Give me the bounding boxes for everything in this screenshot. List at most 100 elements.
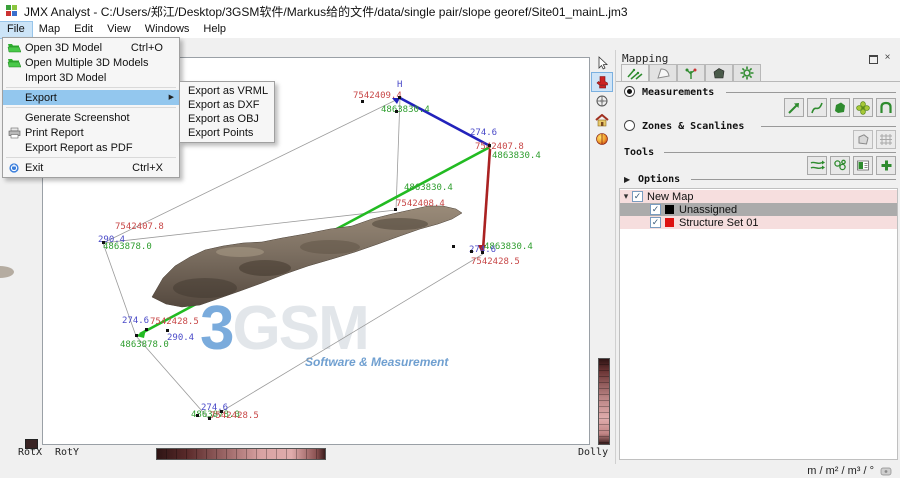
watermark-gsm: GSM bbox=[232, 294, 367, 363]
structure-tree: ▾ ✓ New Map ✓ Unassigned ✓ Structure Set… bbox=[619, 188, 898, 460]
pinwheel-button[interactable] bbox=[853, 98, 873, 117]
mapping-panel: Mapping × Measurements bbox=[615, 50, 900, 464]
scanline-grid-button[interactable] bbox=[876, 130, 896, 149]
arch-icon bbox=[879, 101, 893, 114]
edit-scanlines-icon bbox=[810, 159, 825, 172]
menu-separator bbox=[6, 87, 176, 88]
menu-item-export[interactable]: Export ▶ bbox=[3, 90, 179, 105]
roty-slider[interactable] bbox=[156, 448, 326, 460]
status-units-icon[interactable] bbox=[880, 466, 892, 476]
menu-map[interactable]: Map bbox=[32, 22, 67, 38]
exit-power-icon bbox=[3, 161, 25, 174]
menu-separator bbox=[6, 107, 176, 108]
units-readout: m / m² / m³ / ° bbox=[807, 465, 874, 477]
menu-item-print-report[interactable]: Print Report bbox=[3, 125, 179, 140]
tool-buttons bbox=[807, 156, 896, 175]
open-folder-icon bbox=[3, 41, 25, 54]
tree-row-new-map[interactable]: ▾ ✓ New Map bbox=[620, 190, 897, 203]
settings-gear-tab-icon bbox=[740, 66, 754, 80]
menu-help[interactable]: Help bbox=[196, 22, 233, 38]
tab-settings[interactable] bbox=[733, 64, 761, 82]
home-view-tool[interactable] bbox=[592, 111, 612, 129]
home-icon bbox=[595, 114, 609, 127]
arrow-measure-button[interactable] bbox=[784, 98, 804, 117]
watermark-3: 3 bbox=[200, 294, 232, 363]
dolly-label: Dolly bbox=[578, 447, 608, 458]
menu-edit[interactable]: Edit bbox=[67, 22, 100, 38]
roty-label: RotY bbox=[55, 447, 79, 458]
circles-icon bbox=[833, 159, 847, 172]
tools-label: Tools bbox=[624, 147, 654, 158]
options-expand-icon[interactable]: ▶ bbox=[624, 175, 630, 184]
structure-set-color-swatch bbox=[665, 218, 674, 227]
menubar: File Map Edit View Windows Help bbox=[0, 22, 900, 38]
zone-buttons bbox=[853, 130, 896, 149]
menu-item-import-3d-model[interactable]: Import 3D Model bbox=[3, 70, 179, 85]
menu-file[interactable]: File bbox=[0, 22, 32, 38]
menu-item-open-3d-model[interactable]: Open 3D Model Ctrl+O bbox=[3, 40, 179, 55]
rotate-compass-tool[interactable] bbox=[592, 92, 612, 110]
tab-polygon-outline[interactable] bbox=[649, 64, 677, 82]
file-menu: Open 3D Model Ctrl+O Open Multiple 3D Mo… bbox=[2, 37, 180, 178]
tree-row-structure-set-01[interactable]: ✓ Structure Set 01 bbox=[620, 216, 897, 229]
measure-lines-tab-icon bbox=[627, 67, 643, 80]
printer-icon bbox=[3, 126, 25, 139]
tab-solid-polygon[interactable] bbox=[705, 64, 733, 82]
structure-set-checkbox[interactable]: ✓ bbox=[650, 217, 661, 228]
menu-item-export-as-vrml[interactable]: Export as VRML bbox=[180, 84, 274, 98]
arch-button[interactable] bbox=[876, 98, 896, 117]
zone-polygon-button[interactable] bbox=[853, 130, 873, 149]
tree-collapse-icon[interactable]: ▾ bbox=[620, 191, 632, 202]
filled-polygon-button[interactable] bbox=[830, 98, 850, 117]
report-button[interactable] bbox=[853, 156, 873, 175]
menu-windows[interactable]: Windows bbox=[138, 22, 197, 38]
zones-scanlines-label: Zones & Scanlines bbox=[642, 121, 744, 132]
dolly-slider[interactable] bbox=[598, 358, 610, 445]
measurements-radio[interactable] bbox=[624, 86, 635, 97]
pan-glove-tool[interactable] bbox=[592, 73, 612, 91]
report-icon bbox=[856, 159, 870, 172]
app-logo-icon bbox=[6, 5, 18, 17]
zones-scanlines-radio[interactable] bbox=[624, 120, 635, 131]
submenu-arrow-icon: ▶ bbox=[169, 94, 174, 102]
tree-row-unassigned[interactable]: ✓ Unassigned bbox=[620, 203, 897, 216]
add-plus-icon bbox=[880, 159, 893, 172]
edit-scanlines-button[interactable] bbox=[807, 156, 827, 175]
menu-item-export-report-as-pdf[interactable]: Export Report as PDF bbox=[3, 140, 179, 155]
select-cursor-icon bbox=[595, 56, 609, 70]
window-titlebar: JMX Analyst - C:/Users/郑江/Desktop/3GSM软件… bbox=[0, 0, 900, 23]
solid-polygon-tab-icon bbox=[712, 67, 726, 80]
filled-polygon-icon bbox=[833, 101, 847, 114]
new-map-checkbox[interactable]: ✓ bbox=[632, 191, 643, 202]
menu-item-export-as-dxf[interactable]: Export as DXF bbox=[180, 98, 274, 112]
tab-measure-lines[interactable] bbox=[621, 64, 649, 82]
menu-item-export-as-obj[interactable]: Export as OBJ bbox=[180, 112, 274, 126]
menu-item-open-multiple-3d-models[interactable]: Open Multiple 3D Models bbox=[3, 55, 179, 70]
options-label: Options bbox=[638, 174, 680, 185]
rotate-compass-icon bbox=[595, 94, 609, 108]
measurement-buttons bbox=[784, 98, 896, 117]
window-title: JMX Analyst - C:/Users/郑江/Desktop/3GSM软件… bbox=[24, 3, 628, 20]
menu-separator bbox=[6, 157, 176, 158]
add-structure-set-button[interactable] bbox=[876, 156, 896, 175]
close-panel-icon[interactable]: × bbox=[882, 53, 893, 64]
menu-item-export-points[interactable]: Export Points bbox=[180, 126, 274, 140]
menu-item-exit[interactable]: Exit Ctrl+X bbox=[3, 160, 179, 175]
tab-vegetation[interactable] bbox=[677, 64, 705, 82]
menu-item-generate-screenshot[interactable]: Generate Screenshot bbox=[3, 110, 179, 125]
orientation-sphere-icon bbox=[595, 132, 609, 146]
menu-view[interactable]: View bbox=[100, 22, 138, 38]
polygon-outline-tab-icon bbox=[656, 67, 671, 80]
vegetation-tab-icon bbox=[684, 67, 698, 80]
circles-button[interactable] bbox=[830, 156, 850, 175]
pan-glove-icon bbox=[596, 75, 609, 89]
unassigned-color-swatch bbox=[665, 205, 674, 214]
trace-curve-button[interactable] bbox=[807, 98, 827, 117]
select-cursor-tool[interactable] bbox=[592, 54, 612, 72]
unassigned-checkbox[interactable]: ✓ bbox=[650, 204, 661, 215]
trace-curve-icon bbox=[810, 101, 824, 115]
orientation-sphere-tool[interactable] bbox=[592, 130, 612, 148]
rotx-label: RotX bbox=[18, 447, 42, 458]
watermark-tagline: Software & Measurement bbox=[305, 355, 448, 369]
float-panel-icon[interactable] bbox=[868, 53, 879, 64]
